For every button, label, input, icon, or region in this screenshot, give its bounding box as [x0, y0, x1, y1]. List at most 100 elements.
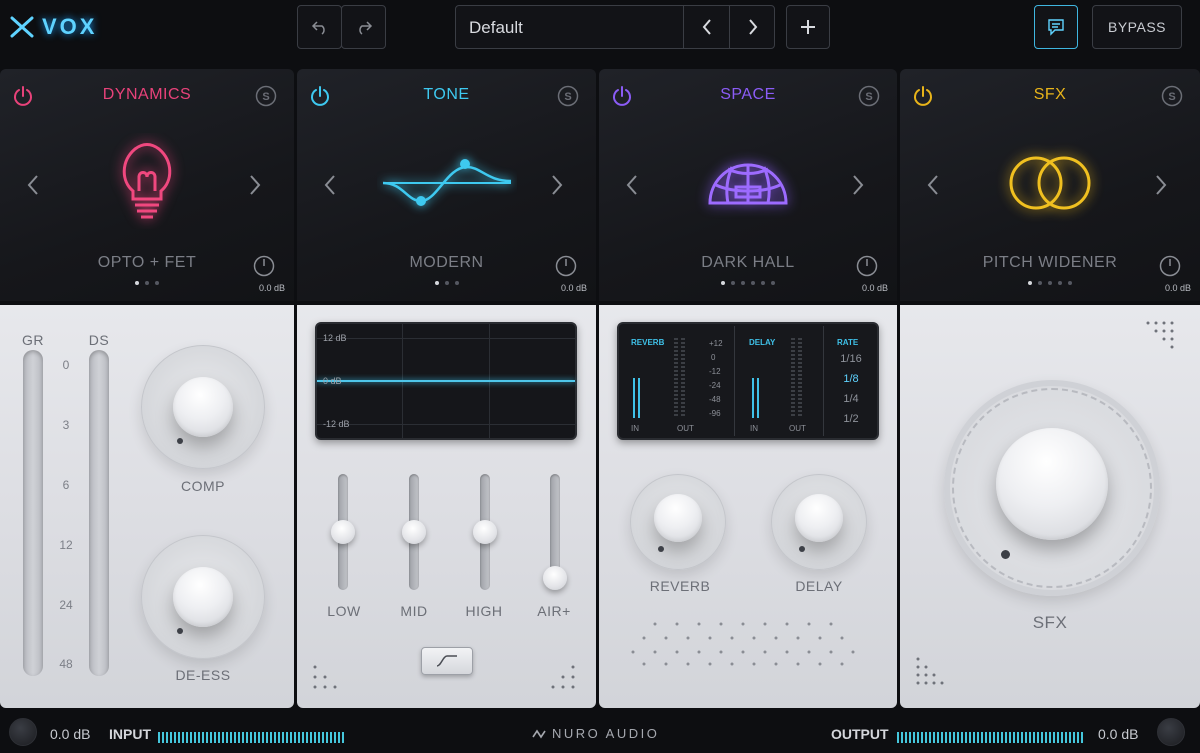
- add-preset-button[interactable]: [786, 5, 830, 49]
- next-preset-button[interactable]: [729, 6, 775, 48]
- db-scale-value: 0: [711, 353, 716, 362]
- module-title: SFX: [1033, 86, 1067, 103]
- slider-handle[interactable]: [402, 520, 426, 544]
- output-level-meter: [897, 732, 1085, 743]
- slider-handle[interactable]: [543, 566, 567, 590]
- db-scale-value: -24: [709, 381, 721, 390]
- eq-bottom-label: -12 dB: [323, 419, 350, 429]
- preset-selector[interactable]: Default: [455, 5, 775, 49]
- eq-display: 12 dB 0 dB -12 dB: [315, 322, 577, 440]
- svg-text:S: S: [865, 91, 872, 103]
- comp-knob[interactable]: [141, 345, 265, 469]
- band-label: LOW: [327, 603, 361, 619]
- redo-button[interactable]: [341, 5, 386, 49]
- in-label: IN: [750, 424, 758, 433]
- chevron-right-icon[interactable]: [849, 173, 867, 197]
- chevron-left-icon[interactable]: [24, 173, 42, 197]
- output-gain-knob[interactable]: [1157, 718, 1185, 746]
- prev-preset-button[interactable]: [683, 6, 729, 48]
- reverb-label: REVERB: [649, 578, 711, 594]
- delay-knob[interactable]: [771, 474, 867, 570]
- filter-button[interactable]: [421, 647, 473, 675]
- module-preset-name: DARK HALL: [701, 254, 795, 271]
- sfx-knob[interactable]: [944, 380, 1160, 596]
- eq-curve-line: [317, 380, 575, 382]
- chat-icon: [1048, 19, 1064, 36]
- chevron-left-icon[interactable]: [321, 173, 339, 197]
- ds-label: DS: [88, 332, 110, 348]
- input-db-value: 0.0 dB: [50, 726, 91, 742]
- meter-scale-value: 0: [62, 358, 70, 372]
- delay-in-meter: [752, 378, 754, 418]
- input-gain-knob[interactable]: [9, 718, 37, 746]
- band-label: AIR+: [537, 603, 571, 619]
- svg-text:S: S: [564, 91, 571, 103]
- band-slider[interactable]: [331, 474, 355, 590]
- gain-knob-icon[interactable]: [1159, 255, 1181, 277]
- delay-label: DELAY: [795, 578, 843, 594]
- module-preset-name: MODERN: [409, 254, 484, 271]
- band-slider[interactable]: [543, 474, 567, 590]
- slider-handle[interactable]: [331, 520, 355, 544]
- chevron-left-icon[interactable]: [623, 173, 641, 197]
- preset-page-dots: [900, 281, 1200, 285]
- band-slider[interactable]: [473, 474, 497, 590]
- lightbulb-icon: [122, 143, 172, 219]
- chevron-right-icon[interactable]: [246, 173, 264, 197]
- preset-name: Default: [469, 18, 523, 37]
- reverb-knob[interactable]: [630, 474, 726, 570]
- rate-option[interactable]: 1/16: [835, 353, 867, 365]
- highpass-icon: [436, 655, 457, 667]
- redo-icon: [358, 21, 372, 35]
- rate-option[interactable]: 1/2: [835, 413, 867, 425]
- deess-label: DE-ESS: [175, 667, 231, 683]
- rate-option-selected[interactable]: 1/8: [835, 373, 867, 385]
- app-logo-text: VOX: [42, 14, 98, 39]
- gain-knob-icon[interactable]: [856, 255, 878, 277]
- rate-display-title: RATE: [837, 338, 859, 347]
- slider-handle[interactable]: [473, 520, 497, 544]
- db-scale-value: -96: [709, 409, 721, 418]
- chevron-right-icon: [748, 19, 757, 35]
- solo-icon[interactable]: S: [255, 85, 277, 107]
- gr-label: GR: [22, 332, 44, 348]
- out-label: OUT: [789, 424, 806, 433]
- comp-label: COMP: [181, 478, 225, 494]
- brand-name: NURO AUDIO: [552, 726, 660, 741]
- solo-icon[interactable]: S: [1161, 85, 1183, 107]
- deess-knob[interactable]: [141, 535, 265, 659]
- chevron-right-icon[interactable]: [1152, 173, 1170, 197]
- gain-knob-icon[interactable]: [555, 255, 577, 277]
- vox-plugin-window: VOX Default BYPASS DYNAMICS S OPTO + FET…: [0, 0, 1200, 753]
- bypass-button[interactable]: BYPASS: [1092, 5, 1182, 49]
- gr-meter: [23, 350, 43, 676]
- gain-knob-icon[interactable]: [253, 255, 275, 277]
- eq-curve-icon: [382, 159, 511, 206]
- delay-out-meter: [798, 338, 802, 418]
- solo-icon[interactable]: S: [557, 85, 579, 107]
- dynamics-panel: [0, 305, 294, 708]
- module-title: SPACE: [720, 86, 776, 103]
- rate-option[interactable]: 1/4: [835, 393, 867, 405]
- module-gain-value: 0.0 dB: [1164, 283, 1191, 293]
- decor-dots: [313, 665, 337, 689]
- undo-button[interactable]: [297, 5, 342, 49]
- rings-icon: [1009, 156, 1091, 210]
- ds-meter: [89, 350, 109, 676]
- svg-text:S: S: [262, 91, 269, 103]
- app-logo: VOX: [10, 14, 97, 40]
- chevron-left-icon[interactable]: [924, 173, 942, 197]
- chevron-left-icon: [702, 19, 711, 35]
- db-scale-value: -48: [709, 395, 721, 404]
- band-slider[interactable]: [402, 474, 426, 590]
- solo-icon[interactable]: S: [858, 85, 880, 107]
- plus-icon: [801, 20, 815, 34]
- module-space: SPACE S DARK HALL 0.0 dB: [599, 69, 897, 301]
- module-gain-value: 0.0 dB: [861, 283, 888, 293]
- module-sfx: SFX S PITCH WIDENER 0.0 dB: [900, 69, 1200, 301]
- chat-button[interactable]: [1034, 5, 1078, 49]
- chevron-right-icon[interactable]: [548, 173, 566, 197]
- preset-page-dots: [297, 281, 596, 285]
- reverb-out-meter: [674, 338, 678, 418]
- module-title: TONE: [423, 86, 470, 103]
